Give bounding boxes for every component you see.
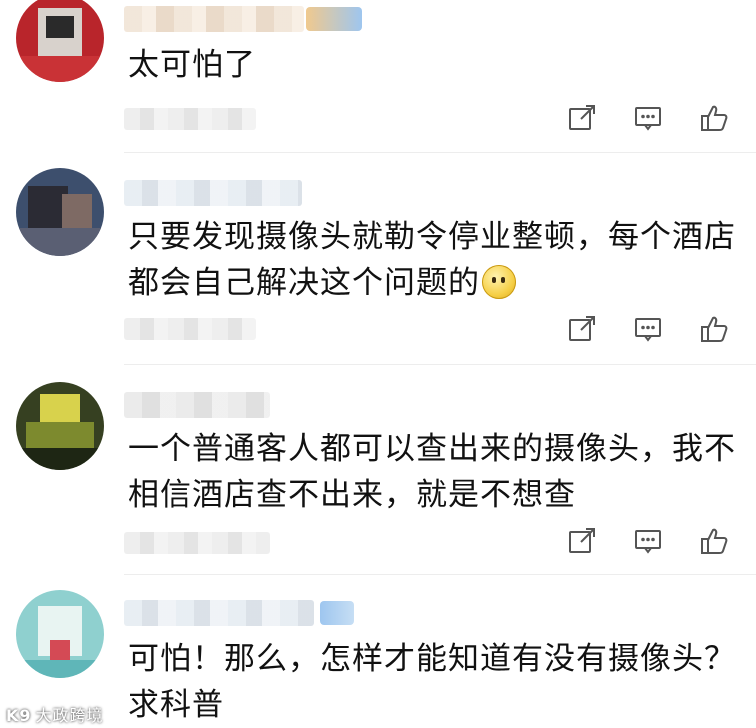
avatar[interactable] [16, 590, 104, 678]
thinking-emoji-icon [482, 265, 516, 299]
avatar[interactable] [16, 382, 104, 470]
like-icon[interactable] [696, 100, 732, 136]
username-blurred[interactable] [124, 392, 270, 418]
comment-actions [560, 523, 740, 563]
share-icon[interactable] [564, 100, 600, 136]
avatar[interactable] [16, 0, 104, 82]
username-blurred[interactable] [124, 600, 314, 626]
comment-meta-blurred [124, 318, 256, 340]
share-icon[interactable] [564, 311, 600, 347]
username-blurred[interactable] [124, 6, 304, 32]
user-badge [306, 7, 362, 31]
comment-text: 只要发现摄像头就勒令停业整顿，每个酒店都会自己解决这个问题的 [128, 214, 738, 306]
comment-text: 太可怕了 [128, 47, 256, 83]
username-blurred[interactable] [124, 180, 302, 206]
watermark: K9 大政跨境 [6, 702, 104, 726]
divider [124, 364, 756, 365]
comment-icon[interactable] [630, 311, 666, 347]
share-icon[interactable] [564, 523, 600, 559]
comment-icon[interactable] [630, 100, 666, 136]
like-icon[interactable] [696, 523, 732, 559]
comment-actions [560, 311, 740, 351]
divider [124, 574, 756, 575]
comment-text: 一个普通客人都可以查出来的摄像头，我不相信酒店查不出来，就是不想查 [128, 431, 736, 513]
avatar[interactable] [16, 168, 104, 256]
comment-text-body: 只要发现摄像头就勒令停业整顿，每个酒店都会自己解决这个问题的 [128, 219, 736, 301]
comment-text: 可怕！那么，怎样才能知道有没有摄像头？求科普 [128, 641, 736, 723]
user-badge [320, 601, 354, 625]
comment-meta-blurred [124, 108, 256, 130]
comment-actions [560, 100, 740, 140]
comment-icon[interactable] [630, 523, 666, 559]
watermark-logo: K9 [6, 706, 32, 725]
like-icon[interactable] [696, 311, 732, 347]
watermark-text: 大政跨境 [35, 706, 104, 725]
comment-meta-blurred [124, 532, 270, 554]
divider [124, 152, 756, 153]
